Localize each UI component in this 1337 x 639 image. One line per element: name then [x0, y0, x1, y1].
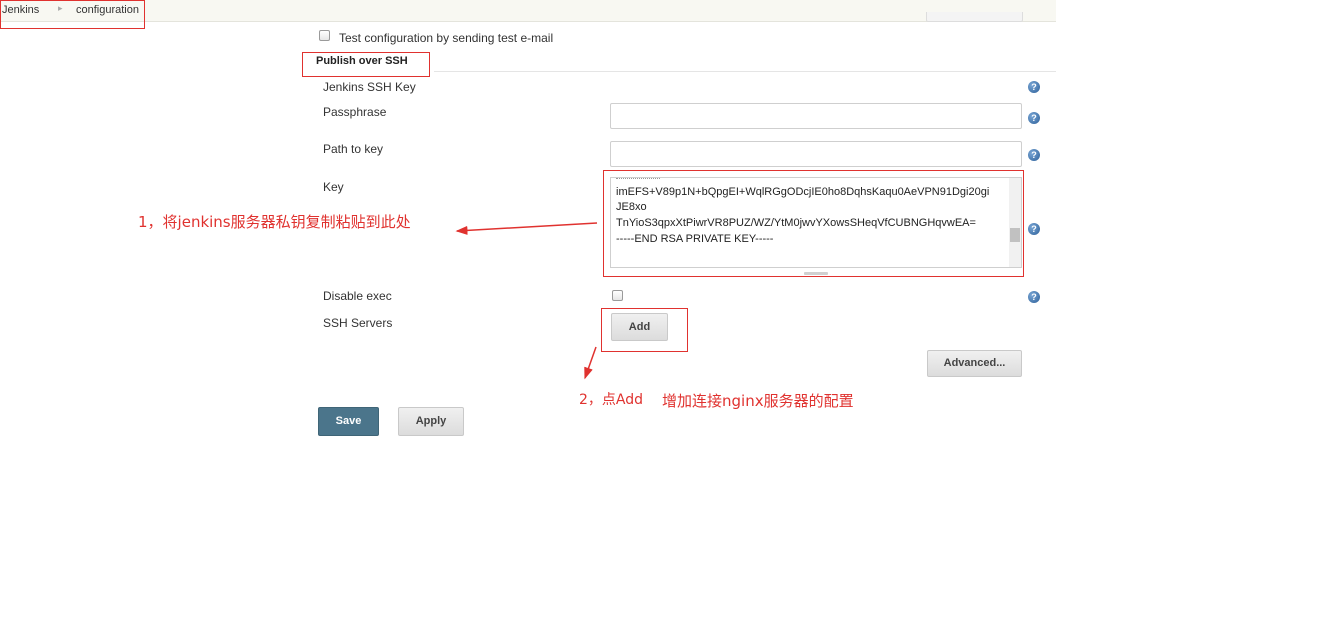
arrow-to-add [584, 346, 597, 380]
annotation-arrows [455, 222, 598, 380]
arrow-to-key [455, 222, 598, 235]
